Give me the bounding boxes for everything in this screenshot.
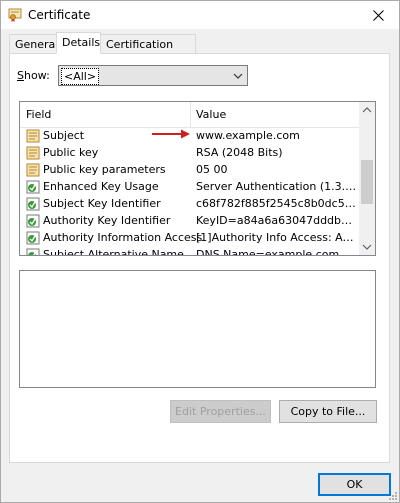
- list-item-value: www.example.com: [196, 129, 300, 142]
- ok-button[interactable]: OK: [318, 473, 391, 496]
- list-item-value: 05 00: [196, 163, 228, 176]
- list-item[interactable]: Public key parameters 05 00: [20, 162, 361, 179]
- certificate-icon: [26, 146, 40, 161]
- show-label: Show:: [17, 69, 50, 82]
- extension-icon: [26, 197, 40, 212]
- window-title: Certificate: [28, 8, 91, 22]
- list-item-value: [1]Authority Info Access: Acc...: [196, 231, 358, 244]
- list-item-field: Public key parameters: [43, 163, 166, 176]
- list-item[interactable]: Authority Key Identifier KeyID=a84a6a6304…: [20, 213, 361, 230]
- annotation-arrow-icon: [152, 129, 190, 139]
- certificate-icon: [26, 163, 40, 178]
- edit-properties-label: Edit Properties...: [175, 405, 266, 418]
- show-selected-value: <All>: [61, 68, 100, 85]
- column-header-value[interactable]: Value: [196, 108, 226, 121]
- show-dropdown[interactable]: <All>: [58, 65, 248, 86]
- extension-icon: [26, 231, 40, 246]
- list-item[interactable]: Public key RSA (2048 Bits): [20, 145, 361, 162]
- scrollbar-thumb[interactable]: [361, 160, 373, 204]
- list-item-field: Subject: [43, 129, 85, 142]
- list-item-value: KeyID=a84a6a63047dddbae6...: [196, 214, 358, 227]
- chevron-down-icon: [362, 244, 372, 250]
- scroll-up-button[interactable]: [359, 102, 375, 119]
- list-item-field: Authority Key Identifier: [43, 214, 171, 227]
- copy-to-file-button[interactable]: Copy to File...: [279, 400, 377, 423]
- column-divider[interactable]: [190, 102, 191, 127]
- list-item-field: Enhanced Key Usage: [43, 180, 159, 193]
- tab-details[interactable]: Details: [56, 32, 101, 54]
- list-item[interactable]: Subject Alternative Name DNS Name=example…: [20, 247, 361, 256]
- list-item-field: Subject Alternative Name: [43, 248, 184, 256]
- copy-to-file-label: Copy to File...: [290, 405, 366, 418]
- title-bar: Certificate: [1, 1, 399, 29]
- extension-icon: [26, 180, 40, 195]
- column-header-field[interactable]: Field: [26, 108, 51, 121]
- resize-grip-icon[interactable]: [388, 491, 398, 501]
- certificate-fields-list[interactable]: Field Value Subject www.example.com Public…: [19, 101, 376, 256]
- list-header: Field Value: [20, 102, 361, 128]
- vertical-scrollbar[interactable]: [359, 102, 375, 255]
- field-detail-textbox[interactable]: [19, 270, 376, 388]
- tab-certification-path[interactable]: Certification Path: [100, 34, 196, 71]
- edit-properties-button[interactable]: Edit Properties...: [170, 400, 271, 423]
- certificate-icon: [26, 129, 40, 144]
- list-item-value: RSA (2048 Bits): [196, 146, 283, 159]
- list-item-value: DNS Name=example.com: [196, 248, 340, 256]
- list-item-field: Public key: [43, 146, 99, 159]
- close-button[interactable]: [357, 1, 399, 29]
- list-item-value: Server Authentication (1.3.6....: [196, 180, 358, 193]
- chevron-down-icon: [233, 73, 243, 79]
- list-item-field: Subject Key Identifier: [43, 197, 161, 210]
- list-item-value: c68f782f885f2545c8b0dc5ae3...: [196, 197, 358, 210]
- extension-icon: [26, 214, 40, 229]
- list-item[interactable]: Authority Information Access [1]Authority…: [20, 230, 361, 247]
- certificate-icon: [8, 8, 22, 22]
- extension-icon: [26, 248, 40, 255]
- list-item[interactable]: Enhanced Key Usage Server Authentication …: [20, 179, 361, 196]
- chevron-up-icon: [362, 107, 372, 113]
- scroll-down-button[interactable]: [359, 238, 375, 255]
- list-item[interactable]: Subject www.example.com: [20, 128, 361, 145]
- list-item-field: Authority Information Access: [43, 231, 203, 244]
- list-item[interactable]: Subject Key Identifier c68f782f885f2545c8…: [20, 196, 361, 213]
- tab-general[interactable]: General: [9, 34, 58, 54]
- close-icon: [372, 9, 384, 21]
